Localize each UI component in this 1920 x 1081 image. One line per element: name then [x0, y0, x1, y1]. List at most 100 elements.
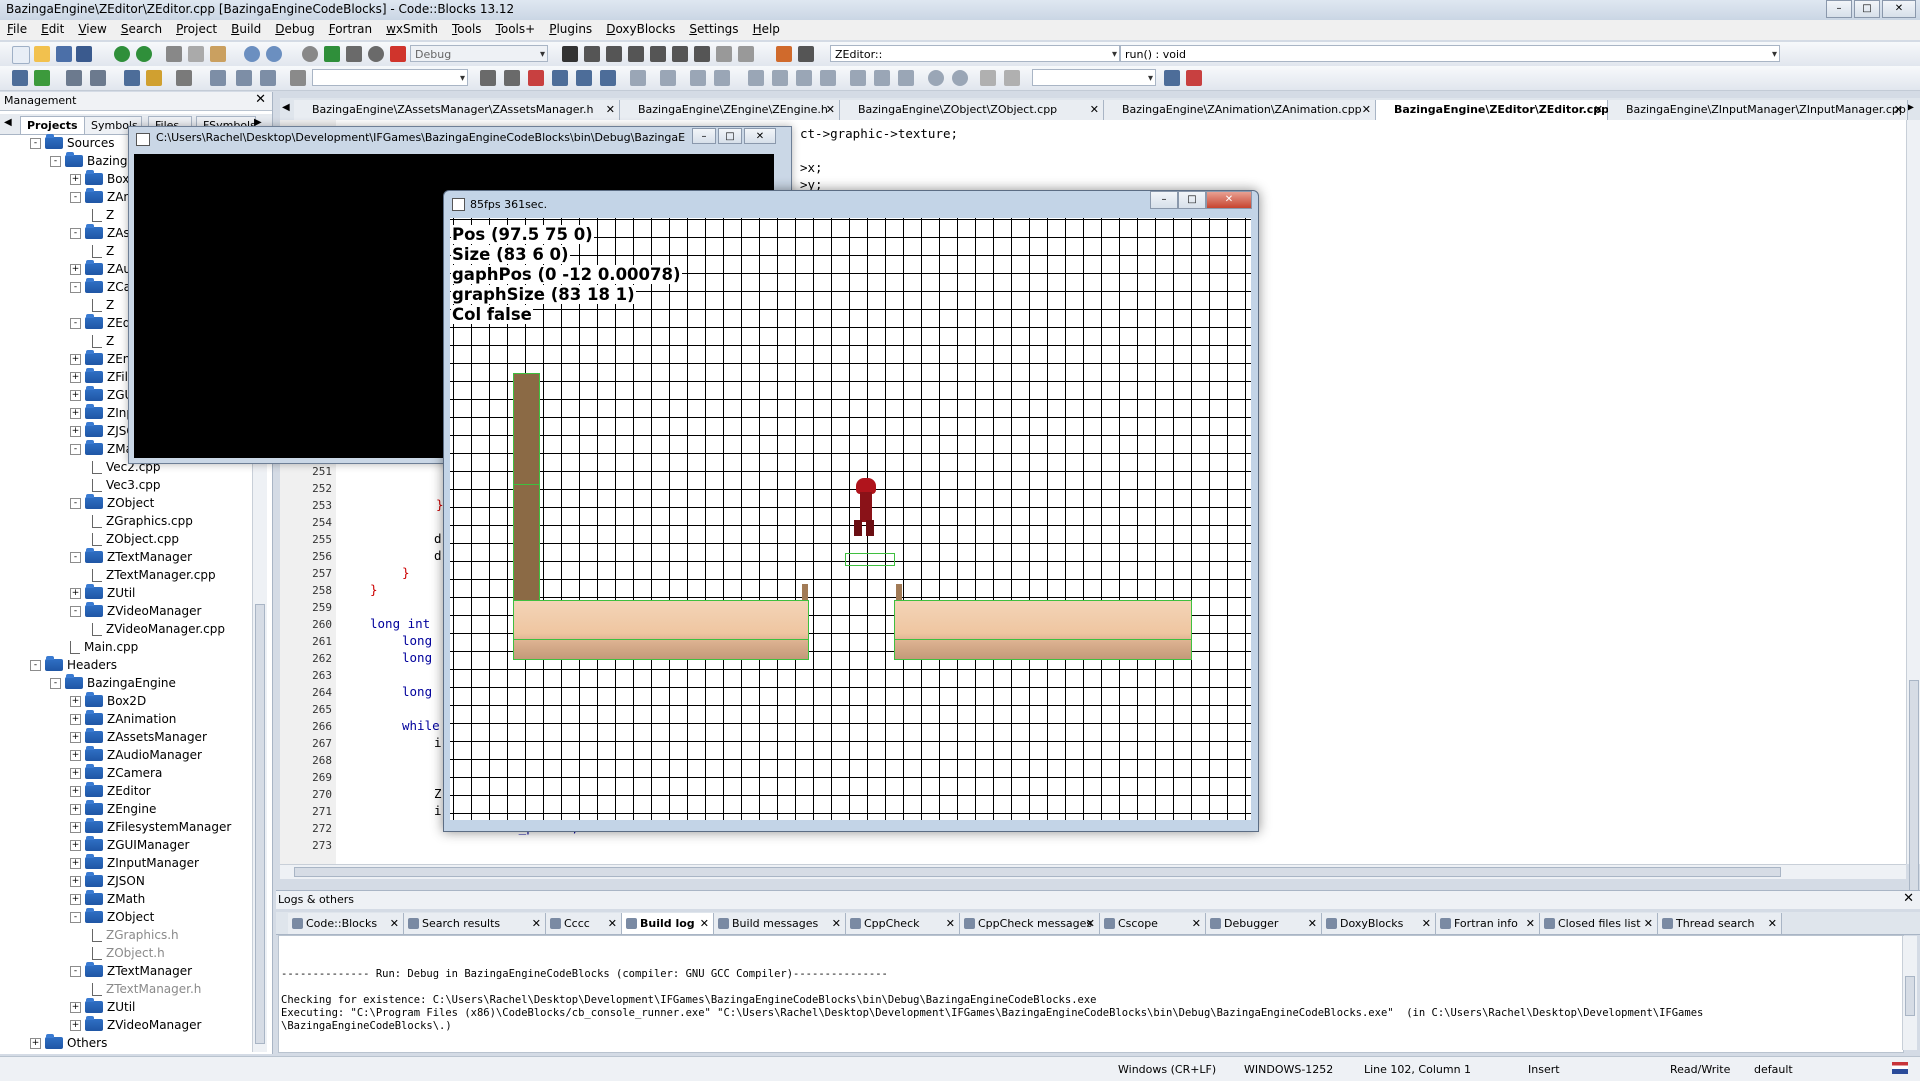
log-tab[interactable]: Debugger ✕ — [1206, 913, 1322, 934]
bookmark-icon[interactable] — [236, 70, 252, 86]
menu-fortran[interactable]: Fortran — [322, 20, 379, 40]
log-tab[interactable]: Thread search ✕ — [1658, 913, 1782, 934]
log-scrollbar[interactable] — [1902, 936, 1917, 1050]
tree-folder[interactable]: - Bazinga — [50, 152, 135, 170]
expand-icon[interactable]: + — [70, 821, 81, 833]
tree-folder[interactable]: + ZFilesystemManager — [70, 818, 231, 836]
tree-file[interactable]: ZTextManager.h — [92, 980, 201, 998]
tree-folder[interactable]: - Headers — [30, 656, 117, 674]
tree-folder[interactable]: + ZInputManager — [70, 854, 199, 872]
tree-file[interactable]: ZGraphics.cpp — [92, 512, 193, 530]
cut-icon[interactable] — [166, 46, 182, 62]
editor-vscrollbar[interactable] — [1906, 120, 1920, 900]
tree-folder[interactable]: + ZFil — [70, 368, 128, 386]
game-maximize-button[interactable]: □ — [1178, 191, 1206, 209]
step-into-icon[interactable] — [628, 46, 644, 62]
close-log-tab-icon[interactable]: ✕ — [1422, 913, 1431, 934]
regex-icon[interactable] — [576, 70, 592, 86]
collapse-icon[interactable]: - — [70, 551, 81, 563]
menu-build[interactable]: Build — [224, 20, 268, 40]
expand-icon[interactable]: + — [70, 731, 81, 743]
tree-folder[interactable]: + ZMath — [70, 890, 145, 908]
close-log-tab-icon[interactable]: ✕ — [1644, 913, 1653, 934]
wx-button-icon[interactable] — [874, 70, 890, 86]
tree-folder[interactable]: - ZEd — [70, 314, 130, 332]
game-minimize-button[interactable]: – — [1150, 191, 1178, 209]
expand-icon[interactable]: + — [70, 1001, 81, 1013]
close-log-tab-icon[interactable]: ✕ — [832, 913, 841, 934]
log-tab[interactable]: DoxyBlocks ✕ — [1322, 913, 1436, 934]
collapse-icon[interactable]: - — [70, 227, 81, 239]
zoom-in-icon[interactable] — [928, 70, 944, 86]
close-tab-icon[interactable]: ✕ — [826, 100, 835, 120]
expand-icon[interactable]: + — [70, 695, 81, 707]
tree-folder[interactable]: - ZAs — [70, 224, 130, 242]
abort-icon[interactable] — [390, 46, 406, 62]
close-log-tab-icon[interactable]: ✕ — [1086, 913, 1095, 934]
collapse-icon[interactable]: - — [30, 659, 41, 671]
spell-check-icon[interactable] — [1164, 70, 1180, 86]
tree-folder[interactable]: + Others — [30, 1034, 107, 1052]
editor-hscrollbar[interactable] — [280, 864, 1906, 879]
find-icon[interactable] — [244, 46, 260, 62]
close-tab-icon[interactable]: ✕ — [1594, 100, 1603, 120]
game-close-button[interactable]: ✕ — [1206, 191, 1252, 209]
tree-file[interactable]: Z — [92, 242, 114, 260]
file-tab[interactable]: BazingaEngine\ZEngine\ZEngine.h ✕ — [620, 100, 840, 120]
collapse-icon[interactable]: - — [70, 317, 81, 329]
menu-debug[interactable]: Debug — [268, 20, 321, 40]
tree-folder[interactable]: + ZUtil — [70, 998, 135, 1016]
collapse-icon[interactable]: - — [50, 677, 61, 689]
menu-settings[interactable]: Settings — [682, 20, 745, 40]
expand-icon[interactable]: + — [70, 1019, 81, 1031]
tree-file[interactable]: Vec3.cpp — [92, 476, 161, 494]
spell-lang-combo[interactable] — [1032, 69, 1156, 87]
tree-folder[interactable]: + ZAnimation — [70, 710, 176, 728]
console-minimize-button[interactable]: – — [692, 128, 716, 144]
wx-dialog-icon[interactable] — [690, 70, 706, 86]
tree-folder[interactable]: + Box2 — [70, 170, 137, 188]
expand-icon[interactable]: + — [70, 893, 81, 905]
tree-scroll-thumb[interactable] — [255, 604, 265, 1044]
tools-icon[interactable] — [176, 70, 192, 86]
back-icon[interactable] — [210, 70, 226, 86]
menu-plugins[interactable]: Plugins — [542, 20, 599, 40]
run-icon[interactable] — [324, 46, 340, 62]
collapse-icon[interactable]: - — [30, 137, 41, 149]
debug-windows-icon[interactable] — [776, 46, 792, 62]
menu-edit[interactable]: Edit — [34, 20, 71, 40]
expand-icon[interactable]: + — [70, 839, 81, 851]
tree-folder[interactable]: + ZGU — [70, 386, 133, 404]
log-tab[interactable]: Build log ✕ — [622, 913, 714, 934]
tree-folder[interactable]: + ZAu — [70, 260, 131, 278]
tab-scroll-left-icon[interactable]: ◀ — [4, 117, 12, 128]
tree-folder[interactable]: - BazingaEngine — [50, 674, 176, 692]
print-icon[interactable] — [12, 70, 28, 86]
jump-icon[interactable] — [34, 70, 50, 86]
expand-icon[interactable]: + — [70, 785, 81, 797]
collapse-icon[interactable]: - — [70, 443, 81, 455]
menu-view[interactable]: View — [71, 20, 113, 40]
tree-folder[interactable]: + Box2D — [70, 692, 146, 710]
editor-hscroll-thumb[interactable] — [294, 867, 1781, 877]
tree-file[interactable]: Z — [92, 332, 114, 350]
tree-folder[interactable]: + ZCamera — [70, 764, 162, 782]
save-icon[interactable] — [56, 46, 72, 62]
expand-icon[interactable]: + — [70, 803, 81, 815]
close-log-tab-icon[interactable]: ✕ — [700, 913, 709, 934]
tree-folder[interactable]: - ZObject — [70, 494, 154, 512]
menu-help[interactable]: Help — [746, 20, 787, 40]
editor-vscroll-thumb[interactable] — [1909, 680, 1919, 900]
tree-file[interactable]: ZGraphics.h — [92, 926, 179, 944]
close-tab-icon[interactable]: ✕ — [1090, 100, 1099, 120]
wx-sizer-icon[interactable] — [748, 70, 764, 86]
close-tab-icon[interactable]: ✕ — [606, 100, 615, 120]
tree-folder[interactable]: - ZTextManager — [70, 548, 192, 566]
wx-box-icon[interactable] — [772, 70, 788, 86]
tree-folder[interactable]: + ZEngine — [70, 800, 156, 818]
menu-search[interactable]: Search — [114, 20, 169, 40]
close-log-tab-icon[interactable]: ✕ — [390, 913, 399, 934]
tree-folder[interactable]: + ZGUIManager — [70, 836, 189, 854]
close-button[interactable]: ✕ — [1882, 0, 1916, 18]
tree-folder[interactable]: + ZEditor — [70, 782, 151, 800]
